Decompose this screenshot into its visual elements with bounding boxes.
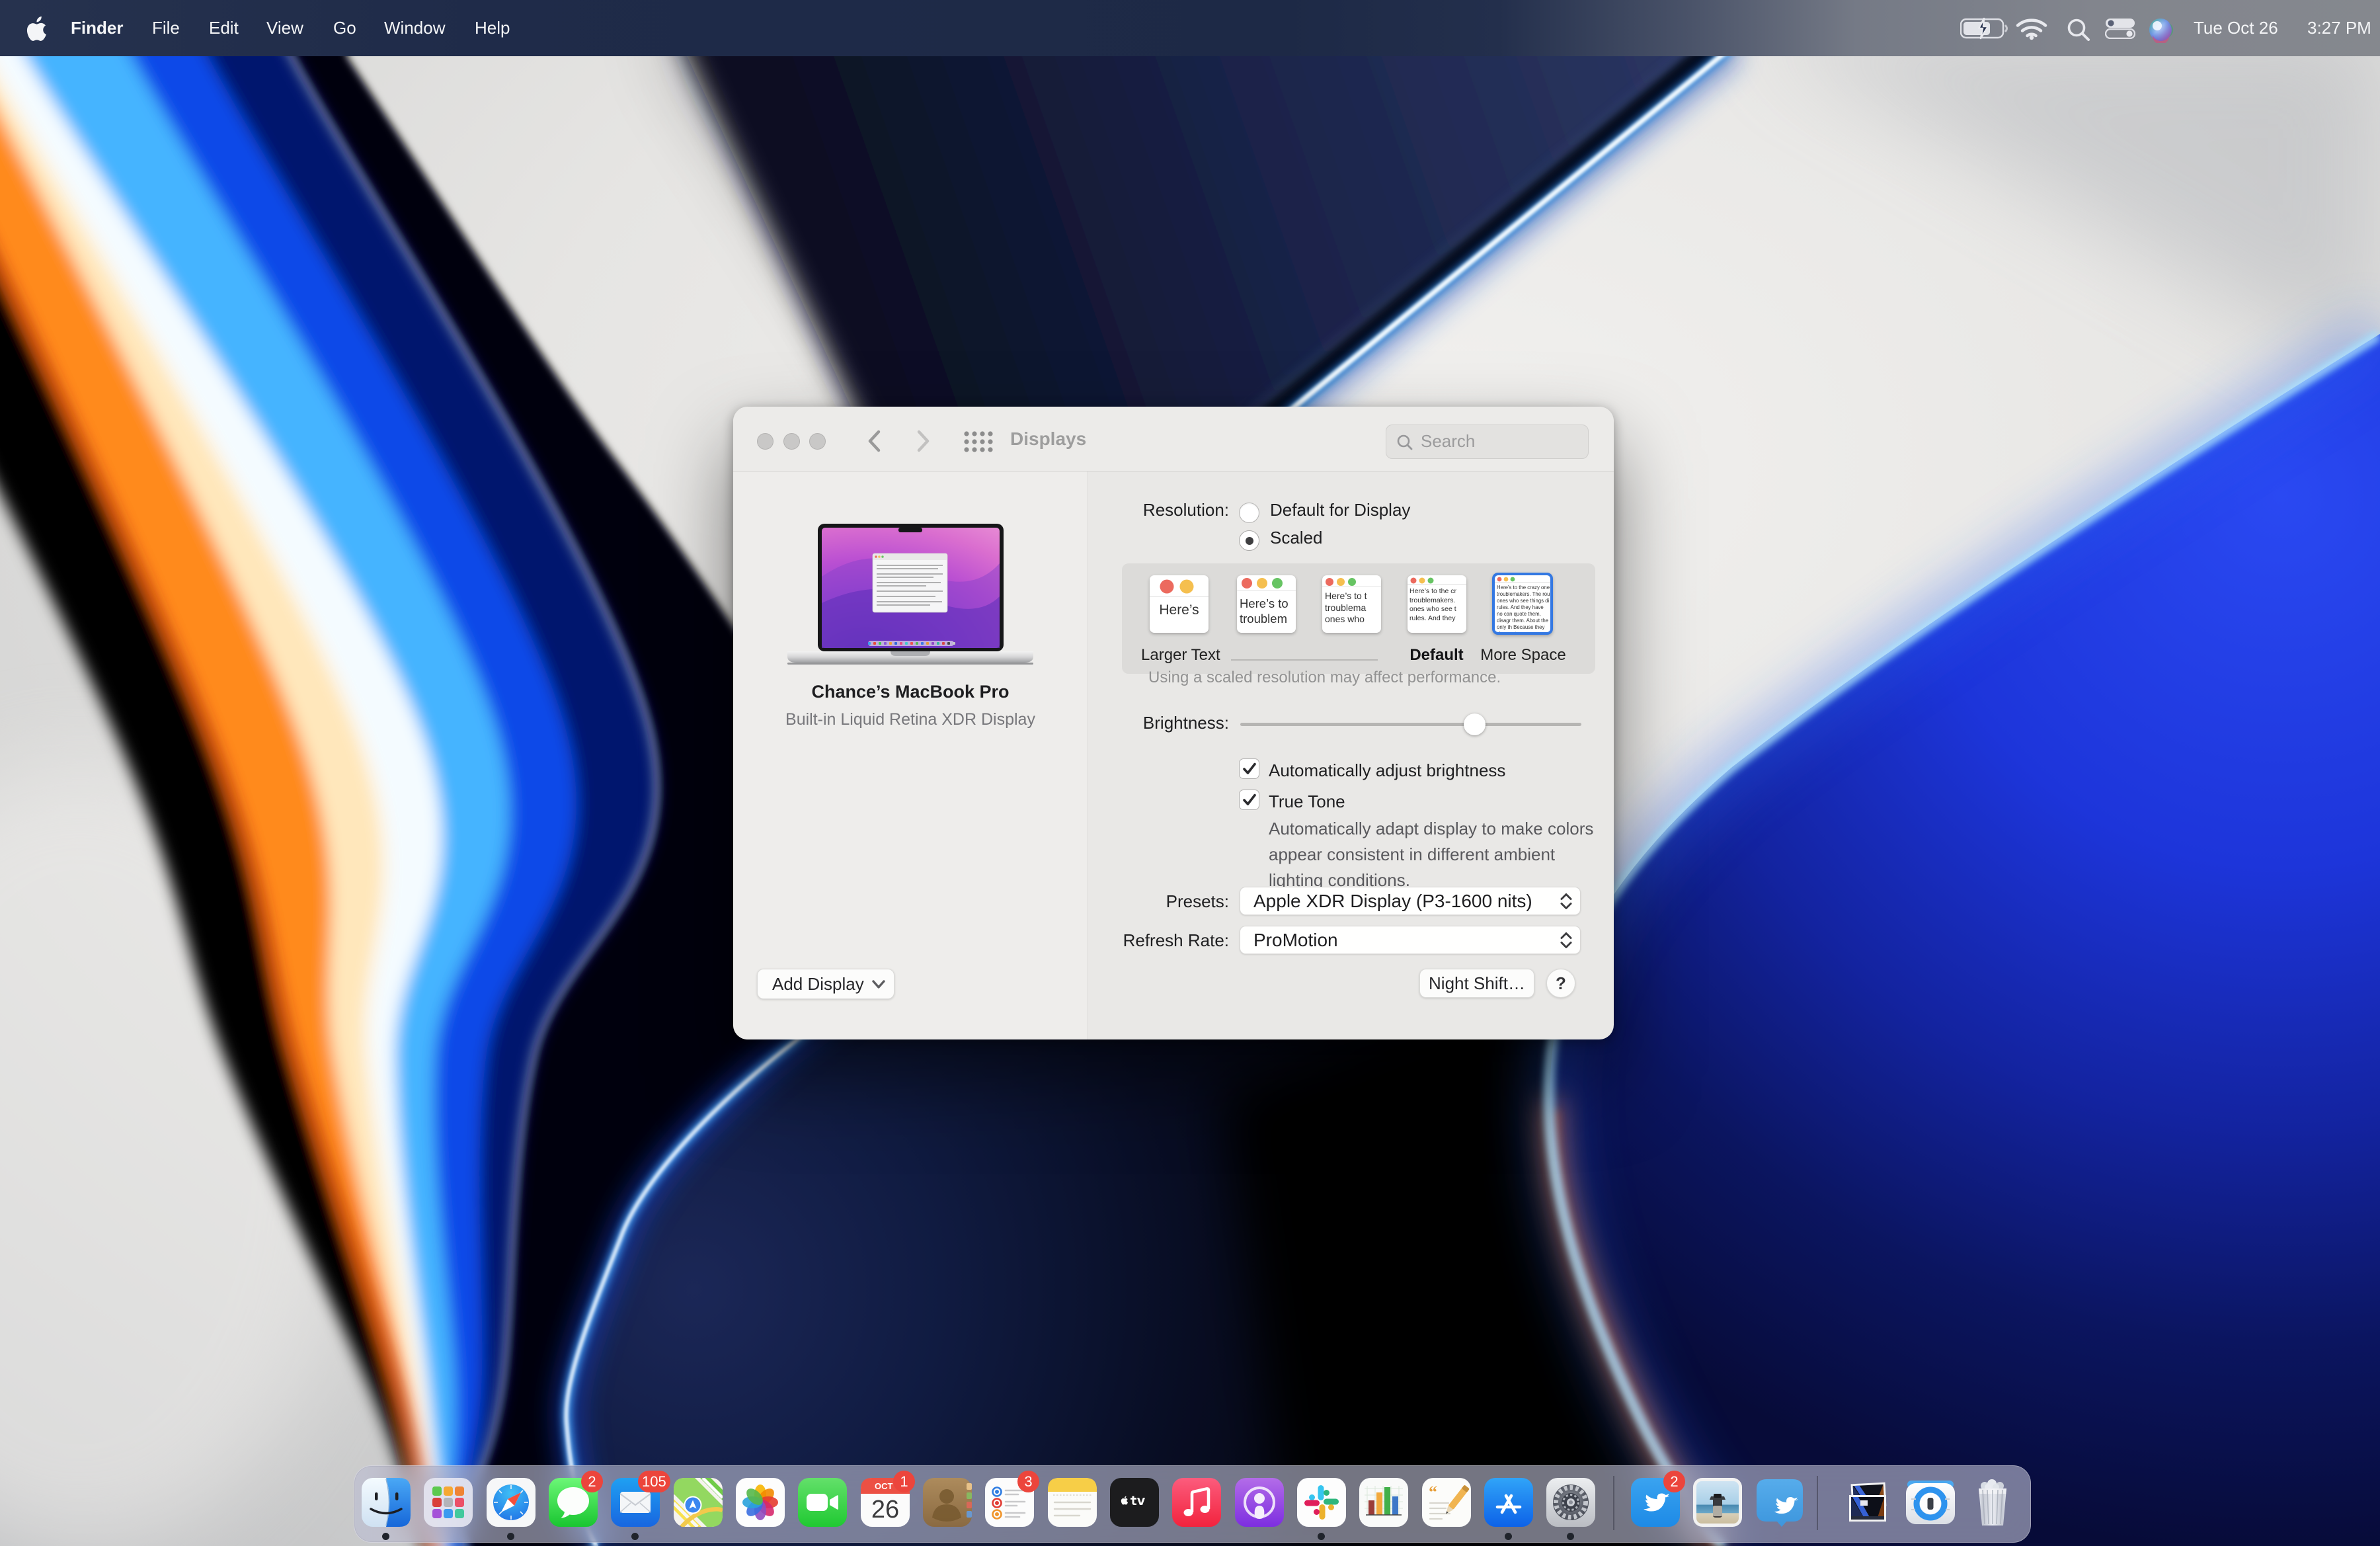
svg-text:OCT: OCT xyxy=(875,1481,893,1491)
svg-text:26: 26 xyxy=(871,1496,899,1524)
svg-text:“: “ xyxy=(1429,1483,1437,1502)
